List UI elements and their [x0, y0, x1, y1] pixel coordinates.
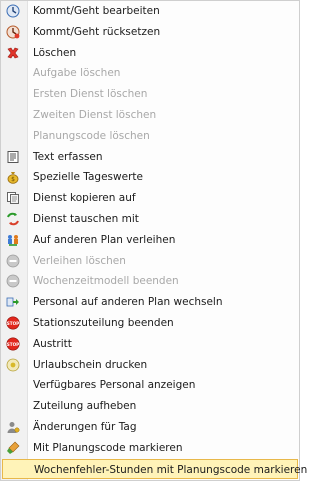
print-circle-icon — [6, 358, 20, 372]
menu-item[interactable]: Änderungen für Tag — [1, 417, 299, 438]
menu-item-label: Mit Planungscode markieren — [33, 441, 183, 454]
menu-item[interactable]: Kommt/Geht bearbeiten — [1, 1, 299, 22]
menu-item-label: Auf anderen Plan verleihen — [33, 233, 176, 246]
menu-item-label: Verleihen löschen — [33, 254, 126, 267]
menu-item[interactable]: Personal auf anderen Plan wechseln — [1, 292, 299, 313]
menu-item-label: Aufgabe löschen — [33, 67, 121, 80]
menu-item-label: Urlaubschein drucken — [33, 358, 148, 371]
transfer-icon — [6, 295, 20, 309]
menu-item[interactable]: Dienst kopieren auf — [1, 188, 299, 209]
grey-circle-icon — [6, 254, 20, 268]
menu-item-label: Kommt/Geht rücksetzen — [33, 25, 161, 38]
menu-item-label: Löschen — [33, 46, 77, 59]
menu-items: Kommt/Geht bearbeiten Kommt/Geht rücksetz… — [1, 1, 307, 480]
delete-x-icon — [6, 46, 20, 60]
menu-item: Wochenzeitmodell beenden — [1, 271, 299, 292]
people-lend-icon — [6, 233, 20, 247]
menu-item-label: Dienst kopieren auf — [33, 192, 136, 205]
menu-item[interactable]: STOP Stationszuteilung beenden — [1, 313, 299, 334]
menu-item[interactable]: Auf anderen Plan verleihen — [1, 230, 299, 251]
clock-edit-icon — [6, 4, 20, 18]
grey-circle-icon — [6, 274, 20, 288]
text-document-icon — [6, 150, 20, 164]
menu-item[interactable]: Zuteilung aufheben — [1, 396, 299, 417]
menu-item-label: Zweiten Dienst löschen — [33, 108, 157, 121]
menu-item[interactable]: Text erfassen — [1, 147, 299, 168]
menu-item-label: Verfügbares Personal anzeigen — [33, 379, 196, 392]
menu-item-label: Personal auf anderen Plan wechseln — [33, 296, 223, 309]
menu-item: Ersten Dienst löschen — [1, 84, 299, 105]
menu-item-label: Ersten Dienst löschen — [33, 88, 148, 101]
stop-sign-icon: STOP — [6, 316, 20, 330]
money-bag-icon: $ — [6, 170, 20, 185]
menu-item[interactable]: $ Spezielle Tageswerte — [1, 167, 299, 188]
menu-item-label: Dienst tauschen mit — [33, 212, 139, 225]
svg-text:STOP: STOP — [7, 342, 20, 347]
menu-item-label: Stationszuteilung beenden — [33, 316, 174, 329]
menu-item-label: Zuteilung aufheben — [33, 400, 137, 413]
menu-item-label: Austritt — [33, 337, 72, 350]
menu-item-label: Text erfassen — [33, 150, 103, 163]
swap-icon — [6, 212, 20, 226]
menu-item[interactable]: Mit Planungscode markieren — [1, 438, 299, 459]
menu-item-label: Planungscode löschen — [33, 129, 150, 142]
menu-item[interactable]: Kommt/Geht rücksetzen — [1, 22, 299, 43]
menu-item[interactable]: Dienst tauschen mit — [1, 209, 299, 230]
menu-item: Verleihen löschen — [1, 251, 299, 272]
clock-reset-icon — [6, 25, 20, 39]
menu-item: Zweiten Dienst löschen — [1, 105, 299, 126]
stop-sign-icon: STOP — [6, 337, 20, 351]
menu-item[interactable]: STOP Austritt — [1, 334, 299, 355]
copy-icon — [6, 191, 20, 205]
menu-item: Aufgabe löschen — [1, 63, 299, 84]
menu-item[interactable]: Wochenfehler-Stunden mit Planungscode ma… — [2, 458, 307, 480]
marker-brush-icon — [6, 441, 20, 455]
menu-item-label: Änderungen für Tag — [33, 420, 137, 433]
context-menu: Kommt/Geht bearbeiten Kommt/Geht rücksetz… — [0, 0, 307, 481]
menu-item-label: Spezielle Tageswerte — [33, 171, 143, 184]
menu-item-label: Wochenfehler-Stunden mit Planungscode ma… — [34, 463, 308, 476]
user-changes-icon — [6, 420, 20, 434]
svg-text:STOP: STOP — [7, 321, 20, 326]
menu-item[interactable]: Verfügbares Personal anzeigen — [1, 375, 299, 396]
svg-text:$: $ — [11, 177, 15, 184]
menu-item: Planungscode löschen — [1, 126, 299, 147]
menu-item[interactable]: Urlaubschein drucken — [1, 355, 299, 376]
menu-item-label: Kommt/Geht bearbeiten — [33, 5, 160, 17]
menu-item[interactable]: Löschen — [1, 43, 299, 64]
menu-item-label: Wochenzeitmodell beenden — [33, 275, 179, 288]
